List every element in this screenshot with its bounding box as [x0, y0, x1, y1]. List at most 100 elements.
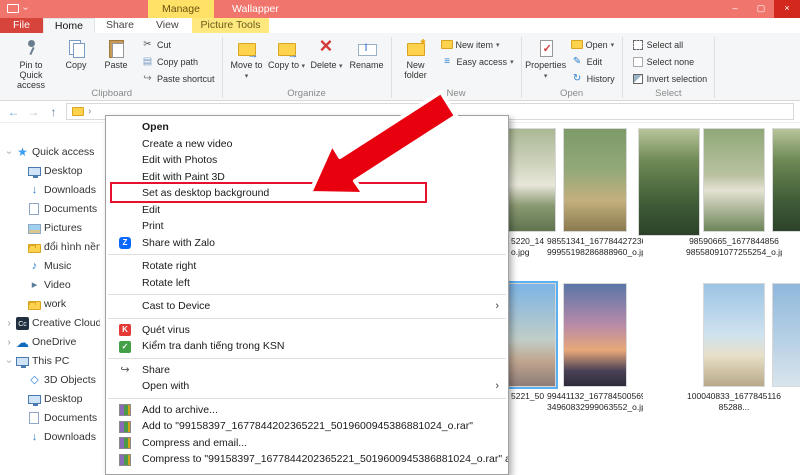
up-button[interactable]: ↑	[46, 105, 61, 119]
sidebar-item-label: Pictures	[44, 222, 82, 234]
pin-to-quick-access-button[interactable]: Pin to Quick access	[6, 36, 56, 92]
sidebar-item-desktop[interactable]: Desktop	[0, 162, 100, 181]
menu-item-rotate-left[interactable]: Rotate left	[106, 275, 508, 292]
easy-access-icon: ≡	[441, 56, 454, 67]
menu-item-open-with[interactable]: Open with ›	[106, 378, 508, 395]
open-button[interactable]: Open ▾	[568, 36, 618, 53]
file-tile[interactable]: 99441132_1677845005698474_65349608329990…	[563, 283, 627, 413]
select-all-button[interactable]: Select all	[629, 36, 711, 53]
group-label-select: Select	[623, 88, 715, 99]
tab-home[interactable]: Home	[43, 18, 95, 33]
group-label-open: Open	[522, 88, 622, 99]
copy-button[interactable]: Copy	[56, 36, 96, 72]
download-arrow-icon: ↓	[28, 431, 41, 444]
menu-item-compress-to-rar-and-email[interactable]: Compress to "99158397_1677844202365221_5…	[106, 451, 508, 468]
back-button[interactable]: ←	[6, 105, 21, 119]
dropdown-icon: ▾	[611, 41, 615, 49]
menu-item-cast-to-device[interactable]: Cast to Device ›	[106, 298, 508, 315]
paste-button[interactable]: Paste	[96, 36, 136, 72]
sidebar-item-this-pc[interactable]: › This PC	[0, 352, 100, 371]
file-tile[interactable]: 98590665_167784485698558091077255254_o.j…	[703, 128, 765, 258]
sidebar-item-quick-access[interactable]: › ★ Quick access	[0, 143, 100, 162]
sidebar-item-creative-cloud-files[interactable]: › Creative Cloud Files	[0, 314, 100, 333]
move-to-button[interactable]: Move to ▾	[227, 36, 267, 84]
menu-item-edit-with-photos[interactable]: Edit with Photos	[106, 152, 508, 169]
menu-item-open[interactable]: Open	[106, 119, 508, 136]
tab-share[interactable]: Share	[95, 18, 145, 33]
file-tile[interactable]: 98551341_1677844272365214_68999551982868…	[563, 128, 627, 258]
sidebar-item-music[interactable]: ♪ Music	[0, 257, 100, 276]
sidebar-item-documents[interactable]: Documents	[0, 200, 100, 219]
zalo-icon	[119, 237, 131, 249]
menu-item-rotate-right[interactable]: Rotate right	[106, 258, 508, 275]
menu-item-add-to-archive[interactable]: Add to archive...	[106, 402, 508, 419]
menu-separator	[108, 254, 506, 255]
close-button[interactable]: ×	[774, 0, 800, 18]
button-label: Easy access	[457, 57, 508, 67]
sidebar-item-label: Quick access	[32, 146, 94, 158]
menu-item-set-as-desktop-background[interactable]: Set as desktop background	[106, 185, 508, 202]
button-label: Copy path	[157, 57, 198, 67]
navigation-pane: › ★ Quick access Desktop ↓ Downloads Doc…	[0, 123, 100, 450]
expand-chevron-icon[interactable]: ›	[4, 314, 14, 333]
copy-to-button[interactable]: Copy to ▾	[267, 36, 307, 74]
sidebar-item-downloads[interactable]: ↓ Downloads	[0, 181, 100, 200]
new-folder-button[interactable]: New folder	[396, 36, 436, 82]
tab-picture-tools[interactable]: Picture Tools	[192, 18, 270, 33]
group-label-clipboard: Clipboard	[2, 88, 222, 99]
sidebar-item-video[interactable]: ▸ Video	[0, 276, 100, 295]
maximize-button[interactable]: ▢	[748, 0, 774, 18]
menu-item-add-to-rar[interactable]: Add to "99158397_1677844202365221_501960…	[106, 418, 508, 435]
menu-item-print[interactable]: Print	[106, 218, 508, 235]
video-icon: ▸	[28, 279, 41, 292]
menu-item-edit-with-paint-3d[interactable]: Edit with Paint 3D	[106, 169, 508, 186]
copy-icon	[66, 38, 86, 58]
minimize-button[interactable]: –	[722, 0, 748, 18]
quick-access-toolbar-chevron-icon[interactable]: ›	[20, 7, 31, 10]
sidebar-item-doi-hinh-nen-win[interactable]: đổi hình nền win	[0, 238, 100, 257]
sidebar-item-documents-2[interactable]: Documents	[0, 409, 100, 428]
menu-item-create-a-new-video[interactable]: Create a new video	[106, 136, 508, 153]
menu-item-share[interactable]: Share	[106, 362, 508, 379]
select-none-button[interactable]: Select none	[629, 53, 711, 70]
menu-item-quet-virus[interactable]: Quét virus	[106, 322, 508, 339]
menu-item-share-with-zalo[interactable]: Share with Zalo	[106, 235, 508, 252]
sidebar-item-downloads-2[interactable]: ↓ Downloads	[0, 428, 100, 447]
tab-file[interactable]: File	[0, 18, 43, 33]
menu-item-kiem-tra-danh-tieng-ksn[interactable]: Kiểm tra danh tiếng trong KSN	[106, 338, 508, 355]
paste-shortcut-button[interactable]: ↪ Paste shortcut	[138, 70, 218, 87]
file-name: 98590665_167784485698558091077255254_o.j…	[686, 236, 782, 258]
copy-path-button[interactable]: ▤ Copy path	[138, 53, 218, 70]
history-button[interactable]: ↻ History	[568, 70, 618, 87]
copy-path-icon: ▤	[141, 56, 154, 67]
sidebar-item-pictures[interactable]: Pictures	[0, 219, 100, 238]
sidebar-item-work[interactable]: work	[0, 295, 100, 314]
computer-icon	[16, 357, 29, 366]
forward-button[interactable]: →	[26, 105, 41, 119]
menu-item-edit[interactable]: Edit	[106, 202, 508, 219]
file-tile[interactable]	[772, 283, 800, 391]
sidebar-item-desktop-2[interactable]: Desktop	[0, 390, 100, 409]
expand-chevron-icon[interactable]: ›	[4, 333, 14, 352]
cut-button[interactable]: ✂ Cut	[138, 36, 218, 53]
menu-item-compress-and-email[interactable]: Compress and email...	[106, 435, 508, 452]
edit-button[interactable]: ✎ Edit	[568, 53, 618, 70]
tab-view[interactable]: View	[145, 18, 190, 33]
invert-selection-button[interactable]: Invert selection	[629, 70, 711, 87]
new-item-button[interactable]: New item ▾	[438, 36, 517, 53]
dropdown-icon: ▾	[245, 73, 249, 80]
sidebar-item-label: Creative Cloud Files	[32, 317, 100, 329]
window-title: Wallapper	[232, 0, 279, 18]
properties-button[interactable]: Properties ▾	[526, 36, 566, 84]
contextual-tab-badge[interactable]: Manage	[148, 0, 214, 18]
sidebar-item-3d-objects[interactable]: ◇ 3D Objects	[0, 371, 100, 390]
easy-access-button[interactable]: ≡ Easy access ▾	[438, 53, 517, 70]
delete-button[interactable]: Delete ▾	[307, 36, 347, 74]
file-tile[interactable]: 100040833_167784511685288...	[703, 283, 765, 413]
document-icon	[29, 412, 39, 424]
file-tile[interactable]	[638, 128, 700, 240]
sidebar-item-onedrive[interactable]: › ☁ OneDrive	[0, 333, 100, 352]
file-tile[interactable]	[772, 128, 800, 236]
rename-button[interactable]: Rename	[347, 36, 387, 72]
select-all-icon	[633, 40, 643, 50]
